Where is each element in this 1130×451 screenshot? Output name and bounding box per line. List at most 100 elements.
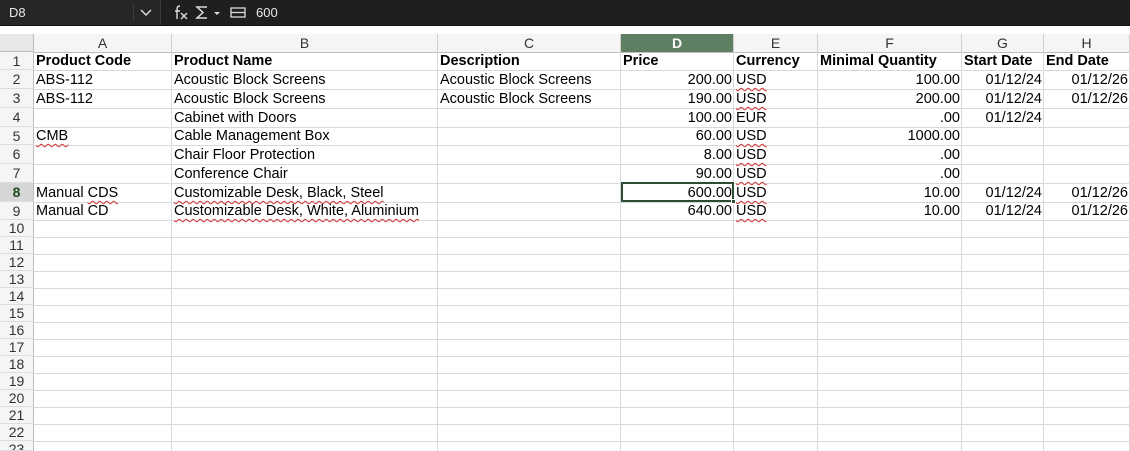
cell-h8[interactable]: 01/12/26 (1044, 184, 1130, 202)
gridline (34, 407, 1130, 408)
cell-b5[interactable]: Cable Management Box (172, 127, 332, 145)
cell-b2[interactable]: Acoustic Block Screens (172, 71, 328, 89)
column-header-g[interactable]: G (962, 34, 1044, 52)
column-header-e[interactable]: E (734, 34, 818, 52)
row-header-21[interactable]: 21 (0, 407, 34, 424)
cell-a2[interactable]: ABS-112 (34, 71, 95, 89)
row-header-8[interactable]: 8 (0, 183, 34, 202)
row-header-10[interactable]: 10 (0, 220, 34, 237)
row-header-5[interactable]: 5 (0, 127, 34, 145)
row-header-16[interactable]: 16 (0, 322, 34, 339)
name-box[interactable]: D8 (0, 0, 161, 25)
row-header-18[interactable]: 18 (0, 356, 34, 373)
row-header-17[interactable]: 17 (0, 339, 34, 356)
gridline (34, 288, 1130, 289)
cell-d5[interactable]: 60.00 (621, 127, 734, 145)
row-header-6[interactable]: 6 (0, 145, 34, 164)
cell-d3[interactable]: 190.00 (621, 90, 734, 108)
cell-b1[interactable]: Product Name (172, 52, 274, 70)
formula-input[interactable]: 600 (256, 5, 278, 20)
cell-h2[interactable]: 01/12/26 (1044, 71, 1130, 89)
row-header-12[interactable]: 12 (0, 254, 34, 271)
cell-a3[interactable]: ABS-112 (34, 90, 95, 108)
cell-a8[interactable]: Manual CDS (34, 184, 120, 202)
cell-f5[interactable]: 1000.00 (818, 127, 962, 145)
form-button[interactable] (230, 4, 248, 21)
cell-b6[interactable]: Chair Floor Protection (172, 146, 317, 164)
cell-d2[interactable]: 200.00 (621, 71, 734, 89)
cell-e1[interactable]: Currency (734, 52, 802, 70)
insert-function-button[interactable] (172, 4, 190, 21)
row-header-20[interactable]: 20 (0, 390, 34, 407)
cell-c3[interactable]: Acoustic Block Screens (438, 90, 594, 108)
cell-a1[interactable]: Product Code (34, 52, 133, 70)
cell-e6[interactable]: USD (734, 146, 769, 164)
row-header-9[interactable]: 9 (0, 202, 34, 220)
row-header-13[interactable]: 13 (0, 271, 34, 288)
cell-f1[interactable]: Minimal Quantity (818, 52, 939, 70)
cell-e9[interactable]: USD (734, 202, 769, 220)
column-header-c[interactable]: C (438, 34, 621, 52)
row-header-4[interactable]: 4 (0, 108, 34, 127)
cell-f7[interactable]: .00 (818, 165, 962, 183)
row-header-2[interactable]: 2 (0, 70, 34, 89)
cell-d7[interactable]: 90.00 (621, 165, 734, 183)
cell-f3[interactable]: 200.00 (818, 90, 962, 108)
row-header-1[interactable]: 1 (0, 52, 34, 70)
cell-d1[interactable]: Price (621, 52, 660, 70)
cell-e7[interactable]: USD (734, 165, 769, 183)
cell-b9[interactable]: Customizable Desk, White, Aluminium (172, 202, 421, 220)
fill-handle[interactable] (731, 199, 736, 204)
cell-e2[interactable]: USD (734, 71, 769, 89)
cell-d4[interactable]: 100.00 (621, 109, 734, 127)
row-header-22[interactable]: 22 (0, 424, 34, 441)
row-header-23[interactable]: 23 (0, 441, 34, 451)
row-header-19[interactable]: 19 (0, 373, 34, 390)
cell-g8[interactable]: 01/12/24 (962, 184, 1044, 202)
cell-g4[interactable]: 01/12/24 (962, 109, 1044, 127)
row-header-7[interactable]: 7 (0, 164, 34, 183)
cell-f2[interactable]: 100.00 (818, 71, 962, 89)
dropdown-caret-icon (214, 12, 220, 15)
column-header-h[interactable]: H (1044, 34, 1130, 52)
cell-f4[interactable]: .00 (818, 109, 962, 127)
cell-b3[interactable]: Acoustic Block Screens (172, 90, 328, 108)
cell-f8[interactable]: 10.00 (818, 184, 962, 202)
cell-c2[interactable]: Acoustic Block Screens (438, 71, 594, 89)
name-box-value[interactable]: D8 (9, 5, 26, 20)
cell-f6[interactable]: .00 (818, 146, 962, 164)
column-header-b[interactable]: B (172, 34, 438, 52)
cell-d9[interactable]: 640.00 (621, 202, 734, 220)
cell-e3[interactable]: USD (734, 90, 769, 108)
row-header-15[interactable]: 15 (0, 305, 34, 322)
column-header-a[interactable]: A (34, 34, 172, 52)
cell-e8[interactable]: USD (734, 184, 769, 202)
cell-f9[interactable]: 10.00 (818, 202, 962, 220)
active-cell-border[interactable] (621, 182, 734, 202)
cell-b8[interactable]: Customizable Desk, Black, Steel (172, 184, 386, 202)
cell-g1[interactable]: Start Date (962, 52, 1035, 70)
cell-b7[interactable]: Conference Chair (172, 165, 290, 183)
cell-a9[interactable]: Manual CD (34, 202, 111, 220)
cell-c1[interactable]: Description (438, 52, 522, 70)
column-header-f[interactable]: F (818, 34, 962, 52)
row-header-14[interactable]: 14 (0, 288, 34, 305)
cell-g3[interactable]: 01/12/24 (962, 90, 1044, 108)
row-header-11[interactable]: 11 (0, 237, 34, 254)
select-all-corner[interactable] (0, 34, 34, 52)
row-header-3[interactable]: 3 (0, 89, 34, 108)
name-box-dropdown[interactable] (133, 4, 158, 21)
cell-d6[interactable]: 8.00 (621, 146, 734, 164)
column-header-d[interactable]: D (621, 34, 734, 52)
function-icon (175, 5, 188, 20)
cell-b4[interactable]: Cabinet with Doors (172, 109, 299, 127)
cell-g9[interactable]: 01/12/24 (962, 202, 1044, 220)
cell-e5[interactable]: USD (734, 127, 769, 145)
cell-g2[interactable]: 01/12/24 (962, 71, 1044, 89)
cell-h9[interactable]: 01/12/26 (1044, 202, 1130, 220)
cell-h3[interactable]: 01/12/26 (1044, 90, 1130, 108)
autosum-button[interactable] (195, 4, 223, 21)
cell-e4[interactable]: EUR (734, 109, 769, 127)
cell-a5[interactable]: CMB (34, 127, 70, 145)
cell-h1[interactable]: End Date (1044, 52, 1111, 70)
